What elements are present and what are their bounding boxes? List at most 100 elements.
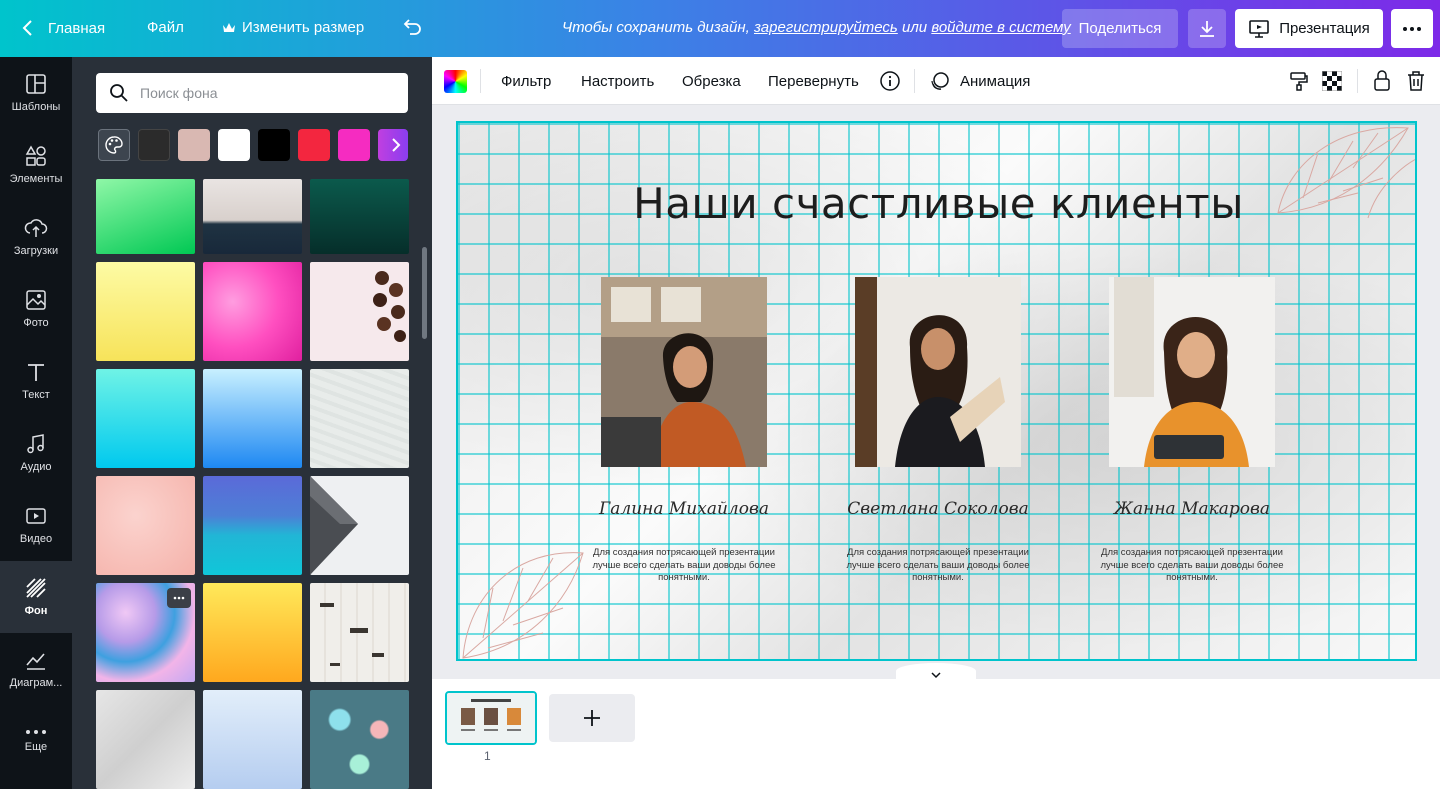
thumbnail-more-button[interactable]	[167, 588, 191, 608]
nav-more[interactable]: Еще	[0, 705, 72, 777]
client-photo-image	[855, 277, 1021, 467]
nav-elements-label: Элементы	[9, 173, 63, 185]
panel-scrollbar[interactable]	[422, 247, 427, 339]
background-thumbnail[interactable]	[310, 262, 409, 361]
trash-icon[interactable]	[1405, 69, 1427, 93]
swatches-next-button[interactable]	[382, 129, 410, 161]
nav-video[interactable]: Видео	[0, 489, 72, 561]
background-thumbnail[interactable]	[203, 476, 302, 575]
nav-uploads-label: Загрузки	[13, 245, 59, 257]
copy-style-icon[interactable]	[1288, 70, 1310, 92]
color-swatch[interactable]	[138, 129, 170, 161]
file-label: Файл	[147, 19, 184, 36]
background-thumbnail[interactable]	[203, 369, 302, 468]
background-thumbnail[interactable]	[203, 690, 302, 789]
client-name[interactable]: Жанна Макарова	[1069, 499, 1315, 519]
canvas-area: Наши счастливые клиенты Галина Михайлова…	[432, 105, 1440, 679]
page-thumbnail-image	[447, 693, 535, 743]
nav-charts[interactable]: Диаграм...	[0, 633, 72, 705]
home-button[interactable]: Главная	[20, 18, 105, 38]
nav-templates[interactable]: Шаблоны	[0, 57, 72, 129]
top-bar: Главная Файл Изменить размер Чтобы сохра…	[0, 0, 1440, 57]
divider	[914, 69, 915, 93]
show-pages-button[interactable]	[896, 663, 976, 679]
nav-elements[interactable]: Элементы	[0, 129, 72, 201]
background-thumbnail[interactable]	[310, 583, 409, 682]
adjust-button[interactable]: Настроить	[581, 73, 654, 90]
client-description[interactable]: Для создания потрясающей презентации луч…	[591, 547, 777, 585]
color-swatch[interactable]	[258, 129, 290, 161]
background-thumbnail[interactable]	[310, 179, 409, 254]
leaf-decoration-icon	[462, 552, 584, 659]
client-photo-image	[601, 277, 767, 467]
lock-icon[interactable]	[1371, 69, 1393, 93]
background-thumbnail[interactable]	[96, 179, 195, 254]
background-thumbnail[interactable]	[96, 690, 195, 789]
text-icon	[28, 364, 44, 381]
client-description[interactable]: Для создания потрясающей презентации луч…	[845, 547, 1031, 585]
page-thumbnail[interactable]	[445, 691, 537, 745]
page-number: 1	[484, 749, 491, 763]
background-thumbnail[interactable]	[310, 369, 409, 468]
share-button[interactable]: Поделиться	[1062, 9, 1178, 48]
client-photo[interactable]	[601, 277, 767, 467]
video-icon	[26, 508, 46, 524]
slide-title[interactable]: Наши счастливые клиенты	[458, 179, 1415, 228]
nav-photo-label: Фото	[23, 317, 49, 329]
templates-icon	[26, 74, 46, 94]
nav-photo[interactable]: Фото	[0, 273, 72, 345]
resize-button[interactable]: Изменить размер	[222, 19, 364, 36]
file-menu-button[interactable]: Файл	[147, 19, 184, 36]
save-prompt: Чтобы сохранить дизайн, зарегистрируйтес…	[562, 19, 1071, 36]
photo-icon	[26, 290, 46, 310]
background-thumbnail[interactable]	[310, 476, 409, 575]
nav-text-label: Текст	[22, 389, 50, 401]
nav-background-label: Фон	[24, 605, 48, 617]
background-thumbnail[interactable]	[96, 262, 195, 361]
left-nav: Шаблоны Элементы Загрузки Фото Текст Ауд…	[0, 57, 72, 789]
search-placeholder: Поиск фона	[140, 85, 218, 101]
transparency-icon[interactable]	[1322, 71, 1342, 91]
color-swatch[interactable]	[178, 129, 210, 161]
chart-icon	[26, 653, 45, 670]
register-link[interactable]: зарегистрируйтесь	[754, 19, 898, 36]
add-page-button[interactable]	[549, 694, 635, 742]
client-name[interactable]: Галина Михайлова	[561, 499, 807, 519]
client-photo[interactable]	[1109, 277, 1275, 467]
crop-button[interactable]: Обрезка	[682, 73, 741, 90]
divider	[1357, 69, 1358, 93]
background-thumbnail[interactable]	[203, 262, 302, 361]
background-search-input[interactable]: Поиск фона	[96, 73, 408, 113]
background-thumbnail[interactable]	[96, 583, 195, 682]
background-thumbnail[interactable]	[96, 369, 195, 468]
home-label: Главная	[48, 19, 106, 37]
more-icon	[26, 730, 46, 734]
nav-templates-label: Шаблоны	[11, 101, 61, 113]
present-button[interactable]: Презентация	[1235, 9, 1383, 48]
nav-text[interactable]: Текст	[0, 345, 72, 417]
color-button[interactable]	[444, 70, 467, 93]
background-thumbnail[interactable]	[310, 690, 409, 789]
nav-audio[interactable]: Аудио	[0, 417, 72, 489]
color-swatch[interactable]	[298, 129, 330, 161]
login-link[interactable]: войдите в систему	[931, 19, 1070, 36]
background-thumbnail[interactable]	[203, 583, 302, 682]
more-options-button[interactable]	[1391, 9, 1433, 48]
color-swatch[interactable]	[218, 129, 250, 161]
slide-canvas[interactable]: Наши счастливые клиенты Галина Михайлова…	[456, 121, 1417, 661]
background-thumbnail[interactable]	[203, 179, 302, 254]
animate-button[interactable]: Анимация	[929, 70, 1030, 92]
nav-background[interactable]: Фон	[0, 561, 72, 633]
nav-uploads[interactable]: Загрузки	[0, 201, 72, 273]
flip-button[interactable]: Перевернуть	[768, 73, 859, 90]
undo-button[interactable]	[402, 16, 424, 38]
download-button[interactable]	[1188, 9, 1226, 48]
client-photo[interactable]	[855, 277, 1021, 467]
color-picker-button[interactable]	[98, 129, 130, 161]
info-icon[interactable]	[879, 70, 901, 92]
background-thumbnail[interactable]	[96, 476, 195, 575]
color-swatch[interactable]	[338, 129, 370, 161]
filter-button[interactable]: Фильтр	[501, 73, 551, 90]
client-description[interactable]: Для создания потрясающей презентации луч…	[1099, 547, 1285, 585]
client-name[interactable]: Светлана Соколова	[815, 499, 1061, 519]
